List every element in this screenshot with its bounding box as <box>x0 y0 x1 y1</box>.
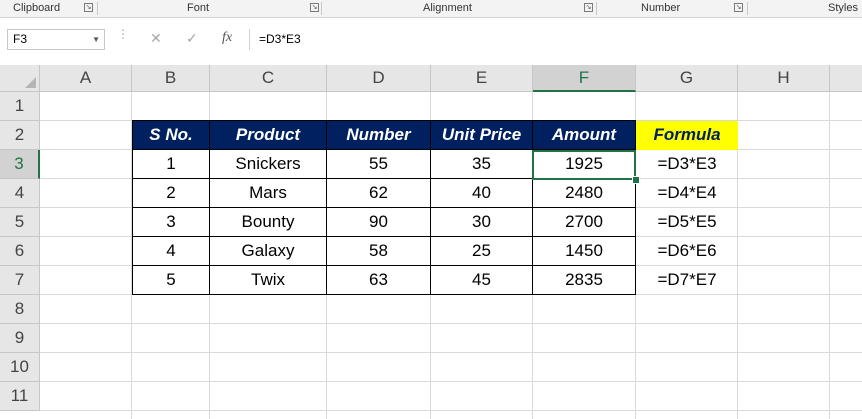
table-cell-amount[interactable]: 2480 <box>532 178 636 208</box>
column-header-b[interactable]: B <box>132 65 210 92</box>
formula-text-cell[interactable]: =D3*E3 <box>636 150 738 179</box>
ribbon-group-labels: Clipboard ↘ Font ↘ Alignment ↘ Number ↘ … <box>0 0 862 18</box>
table-cell-product[interactable]: Bounty <box>209 207 327 237</box>
table-cell-unit-price[interactable]: 25 <box>430 236 533 266</box>
column-header-e[interactable]: E <box>431 65 533 92</box>
header-cell-number[interactable]: Number <box>326 120 431 150</box>
row-header-11[interactable]: 11 <box>0 382 40 411</box>
drag-handle-icon[interactable]: ⋮ <box>117 28 129 40</box>
table-cell-sno[interactable]: 2 <box>132 178 210 208</box>
table-cell-product[interactable]: Galaxy <box>209 236 327 266</box>
row-header-3[interactable]: 3 <box>0 150 40 179</box>
ribbon-group-styles: Styles <box>748 0 862 17</box>
table-cell-unit-price[interactable]: 35 <box>430 149 533 179</box>
formula-text-cell[interactable]: =D5*E5 <box>636 208 738 237</box>
row-header-1[interactable]: 1 <box>0 92 40 121</box>
dialog-launcher-icon[interactable]: ↘ <box>84 3 93 12</box>
ribbon-label-styles: Styles <box>828 2 858 14</box>
row-header-9[interactable]: 9 <box>0 324 40 353</box>
enter-icon[interactable]: ✓ <box>186 30 198 47</box>
table-cell-amount[interactable]: 2835 <box>532 265 636 295</box>
table-cell-unit-price[interactable]: 30 <box>430 207 533 237</box>
cancel-icon[interactable]: ✕ <box>150 30 162 47</box>
table-cell-unit-price[interactable]: 45 <box>430 265 533 295</box>
header-cell-formula[interactable]: Formula <box>636 121 738 150</box>
header-cell-amount[interactable]: Amount <box>532 120 636 150</box>
table-cell-amount[interactable]: 2700 <box>532 207 636 237</box>
table-cell-product[interactable]: Snickers <box>209 149 327 179</box>
fill-handle[interactable] <box>632 176 640 184</box>
ribbon-label-alignment: Alignment <box>423 2 472 14</box>
select-all-button[interactable] <box>0 65 40 92</box>
ribbon-label-number: Number <box>641 2 681 14</box>
ribbon-group-alignment: Alignment ↘ <box>322 0 596 17</box>
active-cell-border <box>532 150 636 180</box>
dialog-launcher-icon[interactable]: ↘ <box>310 3 319 12</box>
table-cell-number[interactable]: 90 <box>326 207 431 237</box>
column-header-a[interactable]: A <box>40 65 132 92</box>
ribbon-label-clipboard: Clipboard <box>13 2 61 14</box>
row-header-5[interactable]: 5 <box>0 208 40 237</box>
chevron-down-icon[interactable]: ▼ <box>92 30 100 49</box>
table-cell-number[interactable]: 55 <box>326 149 431 179</box>
formula-text-cell[interactable]: =D6*E6 <box>636 237 738 266</box>
ribbon-group-number: Number ↘ <box>597 0 747 17</box>
name-box[interactable]: F3 ▼ <box>7 29 105 50</box>
ribbon-label-font: Font <box>187 2 210 14</box>
column-header-h[interactable]: H <box>738 65 830 92</box>
column-header-d[interactable]: D <box>327 65 431 92</box>
table-cell-sno[interactable]: 5 <box>132 265 210 295</box>
ribbon-group-clipboard: Clipboard ↘ <box>0 0 97 17</box>
table-cell-unit-price[interactable]: 40 <box>430 178 533 208</box>
select-all-triangle-icon <box>25 77 36 88</box>
row-header-8[interactable]: 8 <box>0 295 40 324</box>
ribbon-group-font: Font ↘ <box>98 0 321 17</box>
table-cell-sno[interactable]: 1 <box>132 149 210 179</box>
table-cell-sno[interactable]: 4 <box>132 236 210 266</box>
header-cell-unit-price[interactable]: Unit Price <box>430 120 533 150</box>
column-header-c[interactable]: C <box>210 65 327 92</box>
row-header-7[interactable]: 7 <box>0 266 40 295</box>
header-cell-product[interactable]: Product <box>209 120 327 150</box>
formula-bar-divider <box>249 29 250 50</box>
row-header-2[interactable]: 2 <box>0 121 40 150</box>
table-cell-sno[interactable]: 3 <box>132 207 210 237</box>
formula-bar: F3 ▼ ⋮ ✕ ✓ fx =D3*E3 <box>0 18 862 65</box>
formula-buttons: ✕ ✓ fx <box>134 29 248 50</box>
row-header-10[interactable]: 10 <box>0 353 40 382</box>
table-cell-number[interactable]: 63 <box>326 265 431 295</box>
dialog-launcher-icon[interactable]: ↘ <box>584 3 593 12</box>
table-cell-number[interactable]: 62 <box>326 178 431 208</box>
table-cell-product[interactable]: Mars <box>209 178 327 208</box>
table-cell-amount[interactable]: 1450 <box>532 236 636 266</box>
column-header-f[interactable]: F <box>533 65 636 92</box>
row-header-4[interactable]: 4 <box>0 179 40 208</box>
table-cell-number[interactable]: 58 <box>326 236 431 266</box>
name-box-value: F3 <box>13 32 28 46</box>
insert-function-icon[interactable]: fx <box>222 30 232 46</box>
table-cell-product[interactable]: Twix <box>209 265 327 295</box>
row-header-6[interactable]: 6 <box>0 237 40 266</box>
formula-input[interactable]: =D3*E3 <box>259 29 301 50</box>
header-cell-sno[interactable]: S No. <box>132 120 210 150</box>
dialog-launcher-icon[interactable]: ↘ <box>734 3 743 12</box>
formula-text-cell[interactable]: =D7*E7 <box>636 266 738 295</box>
formula-text-cell[interactable]: =D4*E4 <box>636 179 738 208</box>
column-header-next[interactable] <box>830 65 862 92</box>
column-header-g[interactable]: G <box>636 65 738 92</box>
